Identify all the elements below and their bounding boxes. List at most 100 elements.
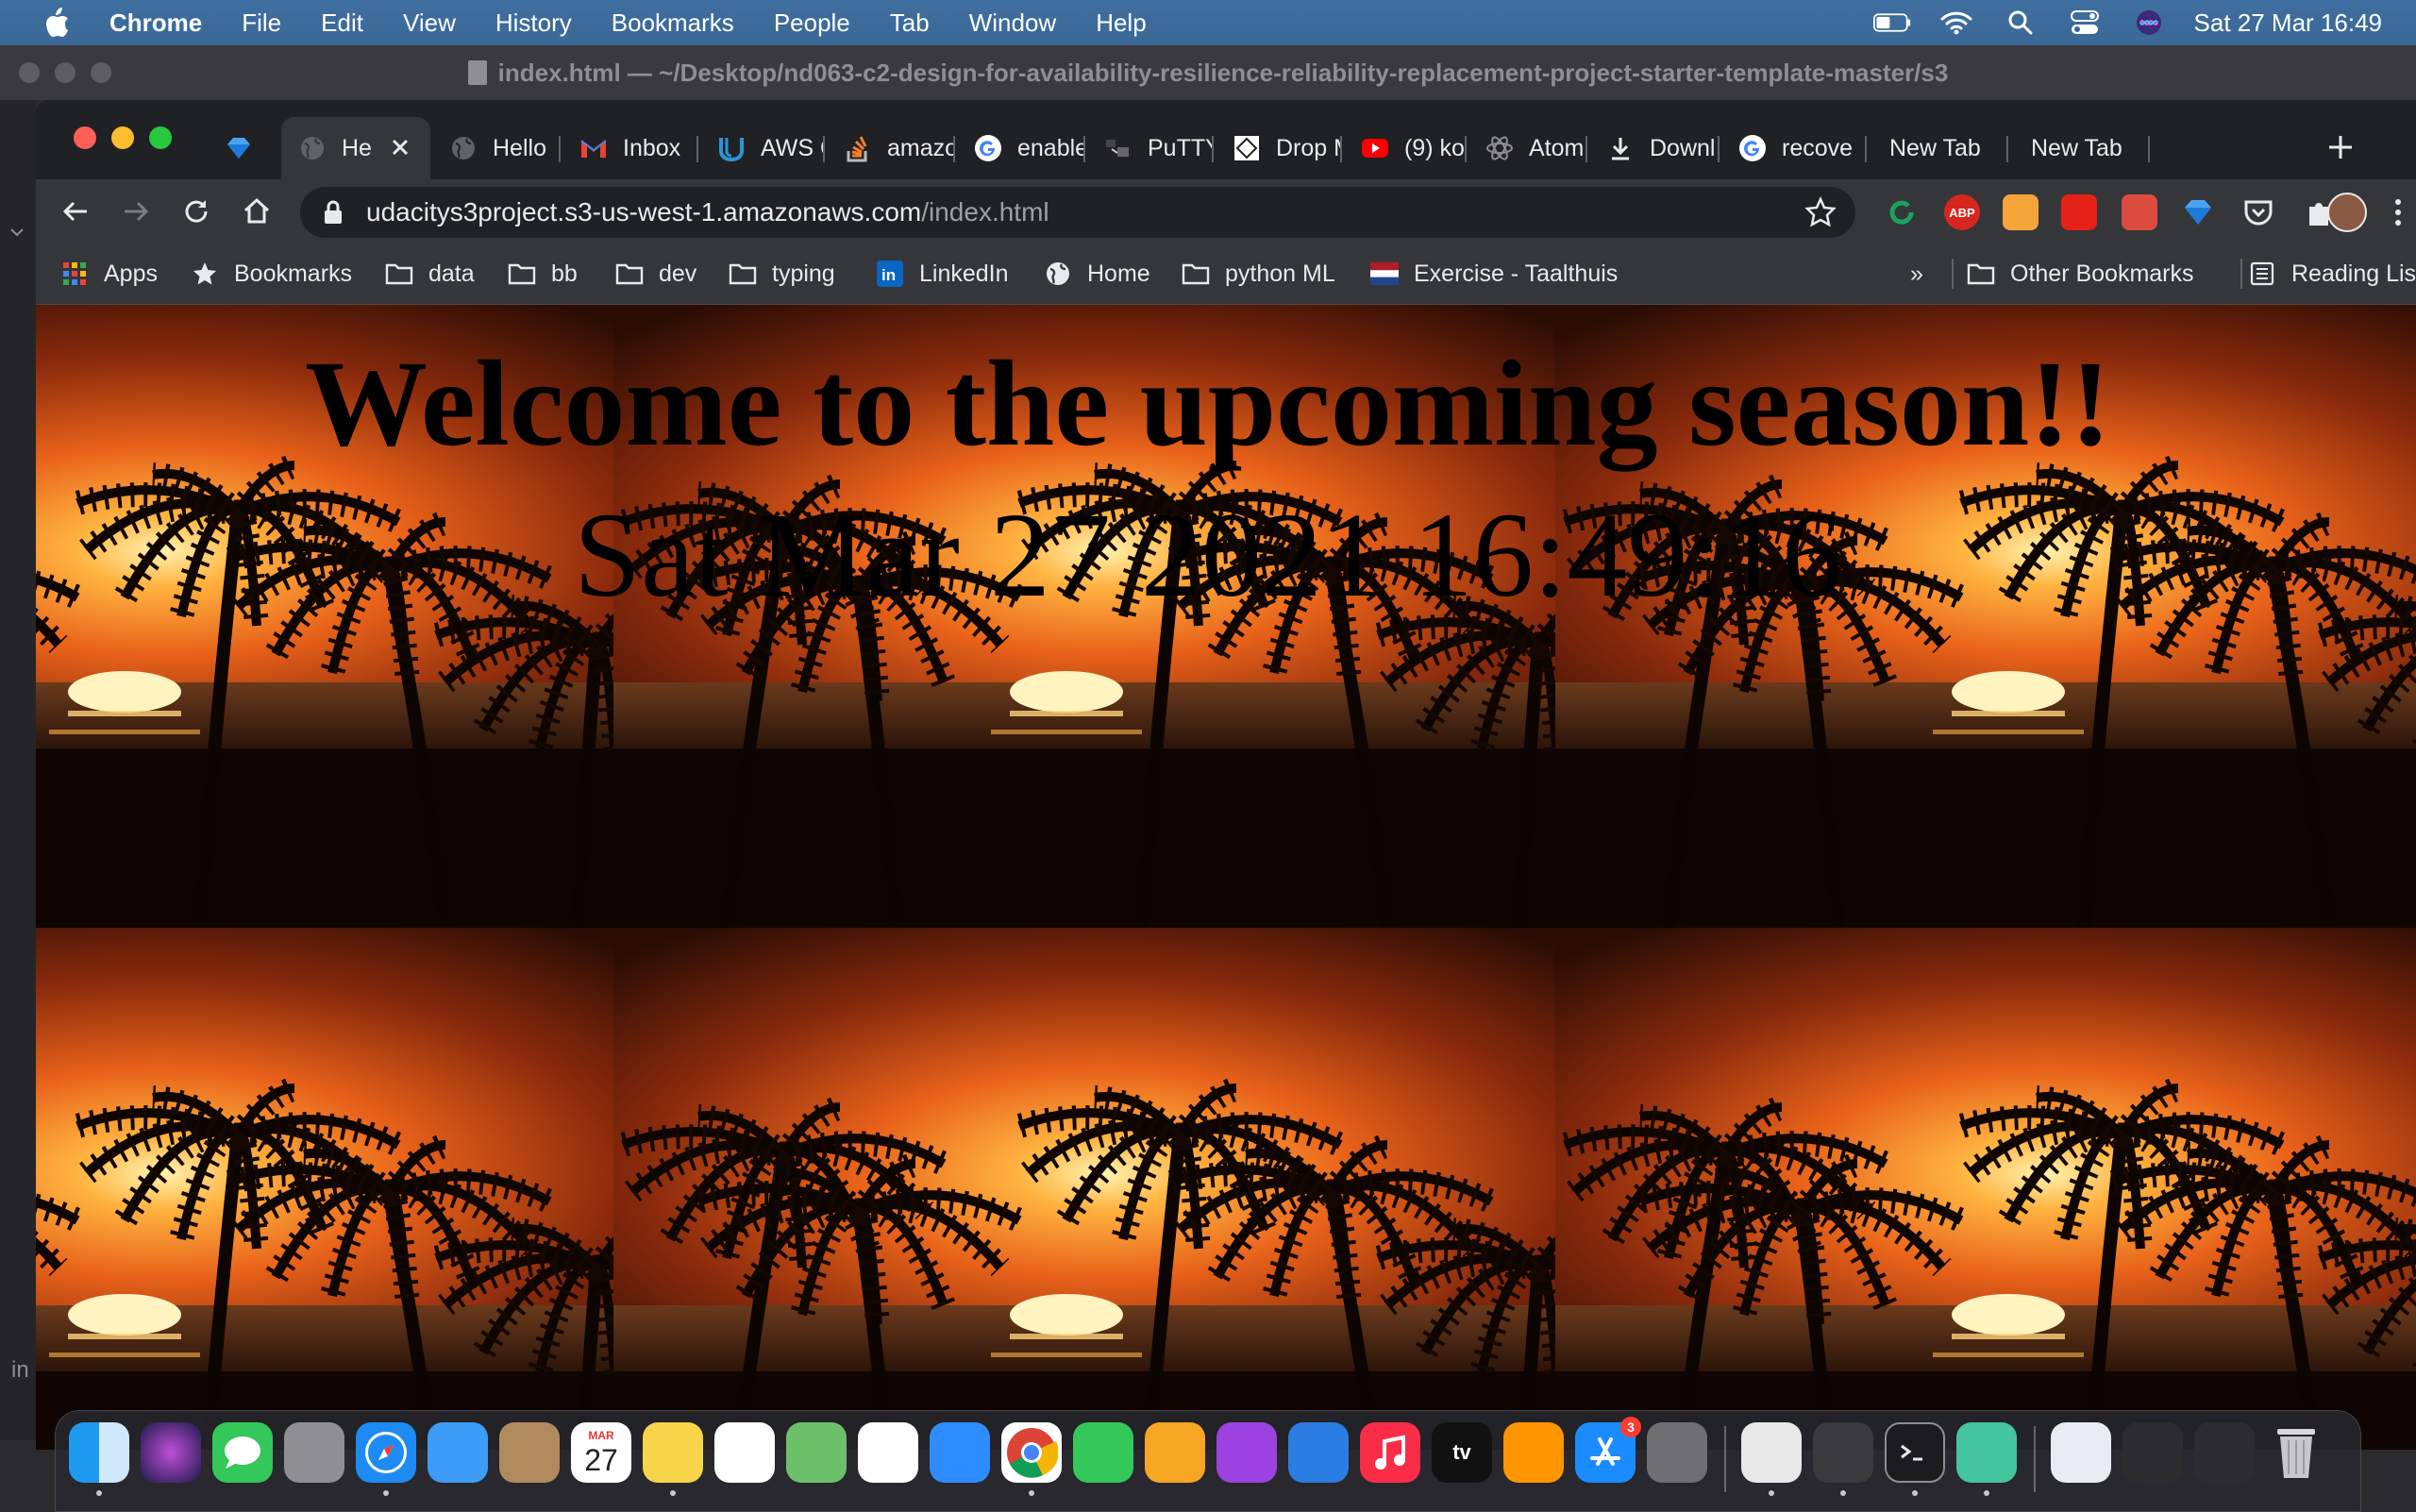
close-window-button[interactable]	[74, 126, 96, 149]
wifi-icon[interactable]	[1938, 8, 1975, 37]
finder-icon[interactable]	[69, 1422, 129, 1483]
pages-icon[interactable]	[1145, 1422, 1205, 1483]
notes-icon[interactable]	[643, 1422, 703, 1483]
chrome-icon[interactable]	[1001, 1422, 1062, 1483]
bookmark-star-icon[interactable]	[1804, 195, 1837, 228]
menu-history[interactable]: History	[495, 8, 572, 38]
sketch-icon[interactable]	[2180, 194, 2216, 230]
tab-12[interactable]: recove	[1720, 117, 1867, 179]
bookmark-bb[interactable]: bb	[508, 257, 578, 291]
battery-icon[interactable]	[1872, 8, 1911, 37]
bookmark-data[interactable]: data	[385, 257, 475, 291]
safari-icon[interactable]	[356, 1422, 416, 1483]
tab-8[interactable]: Drop M	[1214, 117, 1342, 179]
menu-window[interactable]: Window	[969, 8, 1056, 38]
close-tab-icon[interactable]	[389, 136, 411, 159]
profile-avatar[interactable]	[2327, 193, 2367, 232]
tab-14[interactable]: New Tab	[2008, 117, 2150, 179]
tab-11[interactable]: Downl	[1587, 117, 1720, 179]
back-arrow-icon[interactable]	[55, 191, 96, 232]
tab-13[interactable]: New Tab	[1867, 117, 2008, 179]
screenshot-icon[interactable]	[2122, 1422, 2183, 1483]
reading-list[interactable]: Reading List	[2248, 257, 2416, 291]
menu-edit[interactable]: Edit	[321, 8, 363, 38]
bookmark-exercise-taalthuis[interactable]: Exercise - Taalthuis	[1370, 257, 1618, 291]
home-icon[interactable]	[236, 191, 277, 232]
forward-arrow-icon[interactable]	[115, 191, 157, 232]
bg-minimize-button[interactable]	[55, 62, 76, 83]
menu-file[interactable]: File	[242, 8, 281, 38]
tab-4[interactable]: AWS C	[698, 117, 825, 179]
menu-help[interactable]: Help	[1096, 8, 1146, 38]
chevron-down-icon[interactable]	[8, 223, 26, 242]
tab-active[interactable]: He	[281, 117, 430, 179]
tab-3[interactable]: Inbox	[561, 117, 698, 179]
menubar-clock[interactable]: Sat 27 Mar 16:49	[2194, 8, 2382, 38]
messages-icon[interactable]	[212, 1422, 273, 1483]
siri-icon[interactable]	[2130, 8, 2168, 37]
tab-9[interactable]: (9) ko	[1342, 117, 1467, 179]
system-preferences-icon[interactable]	[1647, 1422, 1707, 1483]
podcasts-icon[interactable]	[1216, 1422, 1277, 1483]
spotlight-search-icon[interactable]	[2002, 8, 2039, 37]
youtube-ext-icon[interactable]	[2061, 194, 2097, 230]
keynote-icon[interactable]	[1288, 1422, 1349, 1483]
menu-people[interactable]: People	[774, 8, 850, 38]
tab-6[interactable]: enable	[955, 117, 1085, 179]
music-icon[interactable]	[1360, 1422, 1420, 1483]
activity-icon[interactable]	[2194, 1422, 2255, 1483]
facetime-icon[interactable]	[1073, 1422, 1133, 1483]
mail-icon[interactable]	[428, 1422, 488, 1483]
pocket-icon[interactable]	[2240, 194, 2276, 230]
extension-orange-icon[interactable]	[2003, 194, 2038, 230]
bookmarks-overflow-chevron[interactable]: »	[1910, 257, 1923, 291]
lock-icon[interactable]	[323, 198, 347, 227]
bookmark-dev[interactable]: dev	[615, 257, 696, 291]
maps-icon[interactable]	[786, 1422, 847, 1483]
new-tab-button[interactable]	[2322, 128, 2359, 166]
adblock-plus-icon[interactable]: ABP	[1944, 194, 1980, 230]
siri-icon[interactable]	[141, 1422, 201, 1483]
bookmark-typing[interactable]: typing	[729, 257, 835, 291]
bookmark-apps[interactable]: Apps	[60, 257, 158, 291]
terminal-icon[interactable]	[1885, 1422, 1945, 1483]
todoist-icon[interactable]	[2122, 194, 2157, 230]
menu-app-name[interactable]: Chrome	[109, 8, 202, 38]
zoom-icon[interactable]	[930, 1422, 990, 1483]
tab-10[interactable]: Atom	[1467, 117, 1587, 179]
chrome-menu-icon[interactable]	[2393, 196, 2403, 228]
instruments-icon[interactable]	[1813, 1422, 1873, 1483]
minimize-window-button[interactable]	[111, 126, 134, 149]
books-icon[interactable]	[1503, 1422, 1564, 1483]
tab-5[interactable]: amazo	[825, 117, 955, 179]
photos-icon[interactable]	[858, 1422, 918, 1483]
address-bar[interactable]: udacitys3project.s3-us-west-1.amazonaws.…	[300, 187, 1855, 238]
trash-icon[interactable]	[2266, 1422, 2326, 1483]
bg-zoom-button[interactable]	[91, 62, 111, 83]
preview-icon[interactable]	[2051, 1422, 2111, 1483]
tab-2[interactable]: Hello	[430, 117, 561, 179]
appstore-icon[interactable]: 3	[1575, 1417, 1641, 1483]
appletv-icon[interactable]: tv	[1432, 1422, 1492, 1483]
bookmark-python-ml[interactable]: python ML	[1182, 257, 1335, 291]
textedit-icon[interactable]	[1741, 1422, 1802, 1483]
zoom-window-button[interactable]	[149, 126, 172, 149]
calendar-icon[interactable]: MAR 27	[571, 1422, 631, 1483]
control-center-icon[interactable]	[2066, 8, 2104, 37]
reminders-icon[interactable]	[714, 1422, 775, 1483]
bookmark-linkedin[interactable]: in LinkedIn	[876, 257, 1009, 291]
bg-close-button[interactable]	[19, 62, 40, 83]
menu-tab[interactable]: Tab	[890, 8, 930, 38]
reload-icon[interactable]	[176, 191, 217, 232]
menu-bookmarks[interactable]: Bookmarks	[612, 8, 734, 38]
launchpad-icon[interactable]	[284, 1422, 344, 1483]
apple-menu-icon[interactable]	[38, 4, 76, 42]
menu-view[interactable]: View	[403, 8, 456, 38]
tab-7[interactable]: PuTTY	[1085, 117, 1214, 179]
bookmark-bookmarks[interactable]: Bookmarks	[191, 257, 352, 291]
pinned-tab-sketch[interactable]	[225, 117, 281, 179]
atom-icon[interactable]	[1956, 1422, 2017, 1483]
grammarly-icon[interactable]	[1884, 194, 1920, 230]
other-bookmarks[interactable]: Other Bookmarks	[1967, 257, 2194, 291]
bookmark-home[interactable]: Home	[1044, 257, 1150, 291]
